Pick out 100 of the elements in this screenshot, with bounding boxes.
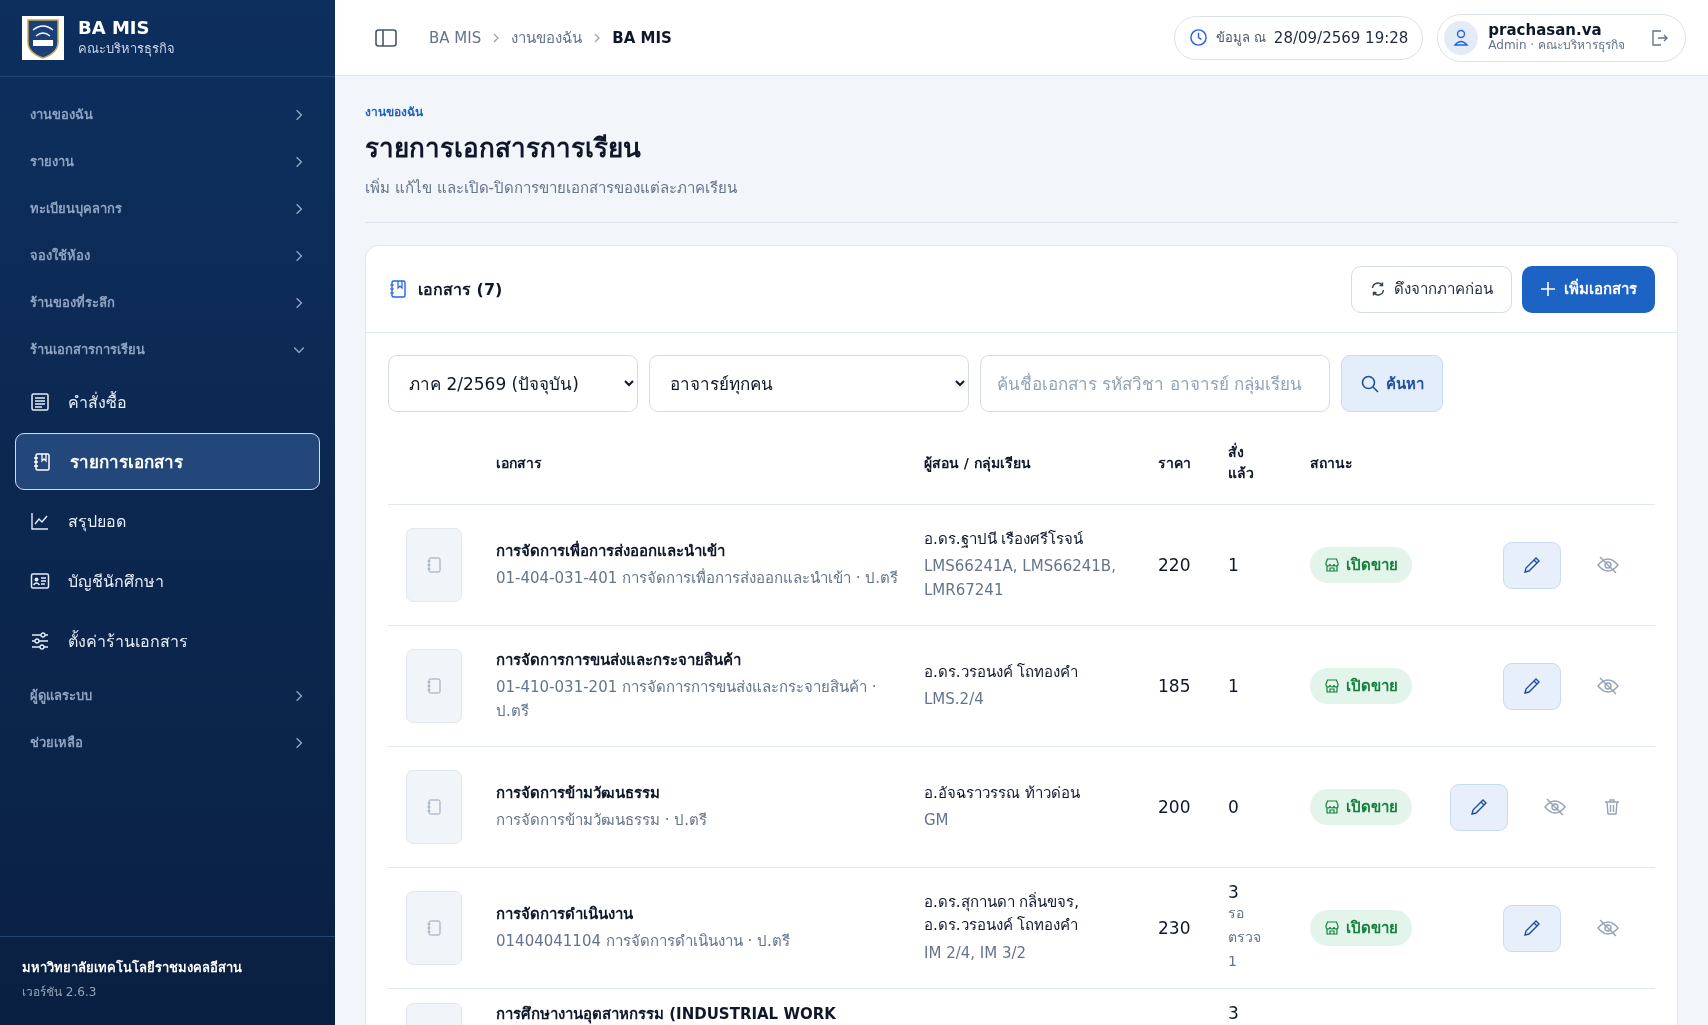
class-groups: LMS.2/4 — [924, 688, 1144, 712]
ordered-count: 1 — [1228, 676, 1240, 696]
document-title: การจัดการข้ามวัฒนธรรม — [496, 782, 661, 804]
breadcrumb[interactable]: งานของฉัน — [511, 25, 583, 50]
edit-button[interactable] — [1503, 662, 1561, 710]
logo-icon — [22, 16, 64, 60]
teacher-select[interactable]: อาจารย์ทุกคน — [649, 355, 969, 412]
add-document-button[interactable]: เพิ่มเอกสาร — [1522, 265, 1655, 313]
nav-item[interactable]: สรุปยอด — [15, 492, 320, 550]
nav-group[interactable]: ทะเบียนบุคลากร — [15, 185, 320, 232]
nav-group[interactable]: ร้านของที่ระลึก — [15, 279, 320, 326]
nav-group[interactable]: ช่วยเหลือ — [15, 719, 320, 766]
app-title: BA MIS — [78, 17, 151, 38]
user-name: prachasan.va — [1488, 23, 1602, 40]
edit-button[interactable] — [1503, 904, 1561, 952]
status-badge: เปิดขาย — [1310, 789, 1412, 825]
search-button[interactable]: ค้นหา — [1341, 355, 1443, 412]
document-title: การจัดการการขนส่งและกระจายสินค้า — [496, 650, 742, 672]
nav-group[interactable]: งานของฉัน — [15, 91, 320, 138]
nav-group[interactable]: ผู้ดูแลระบบ — [15, 672, 320, 719]
chevron-icon — [293, 736, 305, 749]
plus-icon — [1540, 281, 1556, 297]
sliders-icon — [30, 631, 50, 651]
nav-group[interactable]: จองใช้ห้อง — [15, 232, 320, 279]
id-card-icon — [30, 571, 50, 591]
class-groups: LMS66241A, LMS66241B, LMR67241 — [924, 555, 1144, 602]
user-avatar-icon — [1444, 20, 1479, 55]
document-title: การจัดการดำเนินงาน — [496, 903, 634, 925]
chart-icon — [30, 511, 50, 531]
column-header: เอกสาร — [496, 454, 543, 473]
page-subtitle: เพิ่ม แก้ไข และเปิด-ปิดการขายเอกสารของแต่ละภาคเรียน — [365, 177, 738, 199]
eye-off-icon[interactable] — [1544, 797, 1566, 817]
ordered-count: 3 — [1228, 1003, 1240, 1023]
pencil-icon — [1522, 555, 1542, 575]
chevron-icon — [293, 689, 305, 702]
ordered-count: 3 — [1228, 882, 1240, 903]
teacher-name: อ.ดร.วรอนงค์ โถทองคำ — [924, 915, 1080, 937]
ordered-count: 1 — [1228, 555, 1240, 575]
status-badge: เปิดขาย — [1310, 547, 1412, 583]
eye-off-icon[interactable] — [1597, 676, 1619, 696]
class-groups: IM 2/4, IM 3/2 — [924, 941, 1144, 965]
nav-group[interactable]: ร้านเอกสารการเรียน — [15, 326, 320, 373]
notebook-icon — [388, 279, 408, 299]
nav-item[interactable]: รายการเอกสาร — [15, 433, 320, 490]
breadcrumb: BA MIS — [612, 28, 672, 47]
chevron-icon — [293, 108, 305, 121]
column-header: ราคา — [1158, 454, 1192, 473]
nav-group[interactable]: รายงาน — [15, 138, 320, 185]
teacher-name: อ.ดร.วรอนงค์ โถทองคำ — [924, 661, 1080, 683]
document-detail: 01404041104 การจัดการดำเนินงาน · ป.ตรี — [496, 931, 791, 952]
column-header: สถานะ — [1310, 454, 1354, 473]
status-badge: เปิดขาย — [1310, 910, 1412, 946]
document-title: การจัดการเพื่อการส่งออกและนำเข้า — [496, 539, 726, 562]
version-text: เวอร์ชัน 2.6.3 — [22, 984, 98, 1001]
chevron-icon — [293, 296, 305, 309]
teacher-name: อ.ดร.ฐาปนี เรืองศรีโรจน์ — [924, 529, 1085, 551]
search-field[interactable]: ค้นชื่อเอกสาร รหัสวิชา อาจารย์ กลุ่มเรียน — [980, 355, 1330, 412]
page-title: รายการเอกสารการเรียน — [365, 132, 642, 165]
pencil-icon — [1522, 676, 1542, 696]
sidebar-toggle-icon[interactable] — [375, 27, 397, 48]
column-header: สั่ง แล้ว — [1228, 442, 1255, 483]
pencil-icon — [1522, 918, 1542, 938]
refresh-icon — [1370, 281, 1386, 297]
faculty-name: คณะบริหารธุรกิจ — [78, 40, 175, 59]
receipt-icon — [30, 392, 50, 412]
breadcrumb[interactable]: BA MIS — [429, 28, 482, 47]
document-title: การศึกษางานอุตสาหกรรม (INDUSTRIAL WORK — [496, 1004, 837, 1025]
chevron-icon — [293, 202, 305, 215]
nav-item[interactable]: คำสั่งซื้อ — [15, 373, 320, 431]
class-groups: GM — [924, 809, 1144, 833]
edit-button[interactable] — [1450, 783, 1508, 831]
teacher-name: อ.อัจฉราวรรณ ท้าวด่อน — [924, 782, 1081, 804]
document-detail: การจัดการข้ามวัฒนธรรม · ป.ตรี — [496, 810, 709, 831]
document-detail: 01-410-031-201 การจัดการการขนส่งและกระจายสินค้า · ป.ตรี — [496, 677, 878, 722]
term-select[interactable]: ภาค 2/2569 (ปัจจุบัน) — [388, 355, 638, 412]
price: 230 — [1158, 918, 1191, 938]
trash-icon[interactable] — [1602, 797, 1622, 817]
search-icon — [1360, 373, 1380, 394]
section-label: งานของฉัน — [365, 104, 424, 121]
eye-off-icon[interactable] — [1597, 555, 1619, 575]
import-previous-button[interactable]: ดึงจากภาคก่อน — [1351, 265, 1512, 313]
chevron-icon — [293, 155, 305, 168]
chevron-icon — [293, 249, 305, 262]
logout-icon[interactable] — [1649, 27, 1669, 48]
edit-button[interactable] — [1503, 541, 1561, 589]
card-title: เอกสาร (7) — [418, 278, 503, 301]
notebook-icon — [32, 451, 52, 472]
price: 200 — [1158, 797, 1191, 817]
price: 220 — [1158, 555, 1191, 575]
eye-off-icon[interactable] — [1597, 918, 1619, 938]
column-header: ผู้สอน / กลุ่มเรียน — [924, 454, 1032, 474]
data-label: ข้อมูล ณ — [1215, 29, 1266, 48]
clock-icon — [1188, 28, 1208, 47]
ordered-count: 0 — [1228, 797, 1240, 817]
price: 185 — [1158, 676, 1191, 696]
user-role: Admin · คณะบริหารธุรกิจ — [1488, 39, 1625, 52]
nav-item[interactable]: ตั้งค่าร้านเอกสาร — [15, 612, 320, 670]
document-detail: 01-404-031-401 การจัดการเพื่อการส่งออกและนำเข้า · ป.ตรี — [496, 567, 900, 589]
nav-item[interactable]: บัญชีนักศึกษา — [15, 552, 320, 610]
status-badge: เปิดขาย — [1310, 668, 1412, 704]
